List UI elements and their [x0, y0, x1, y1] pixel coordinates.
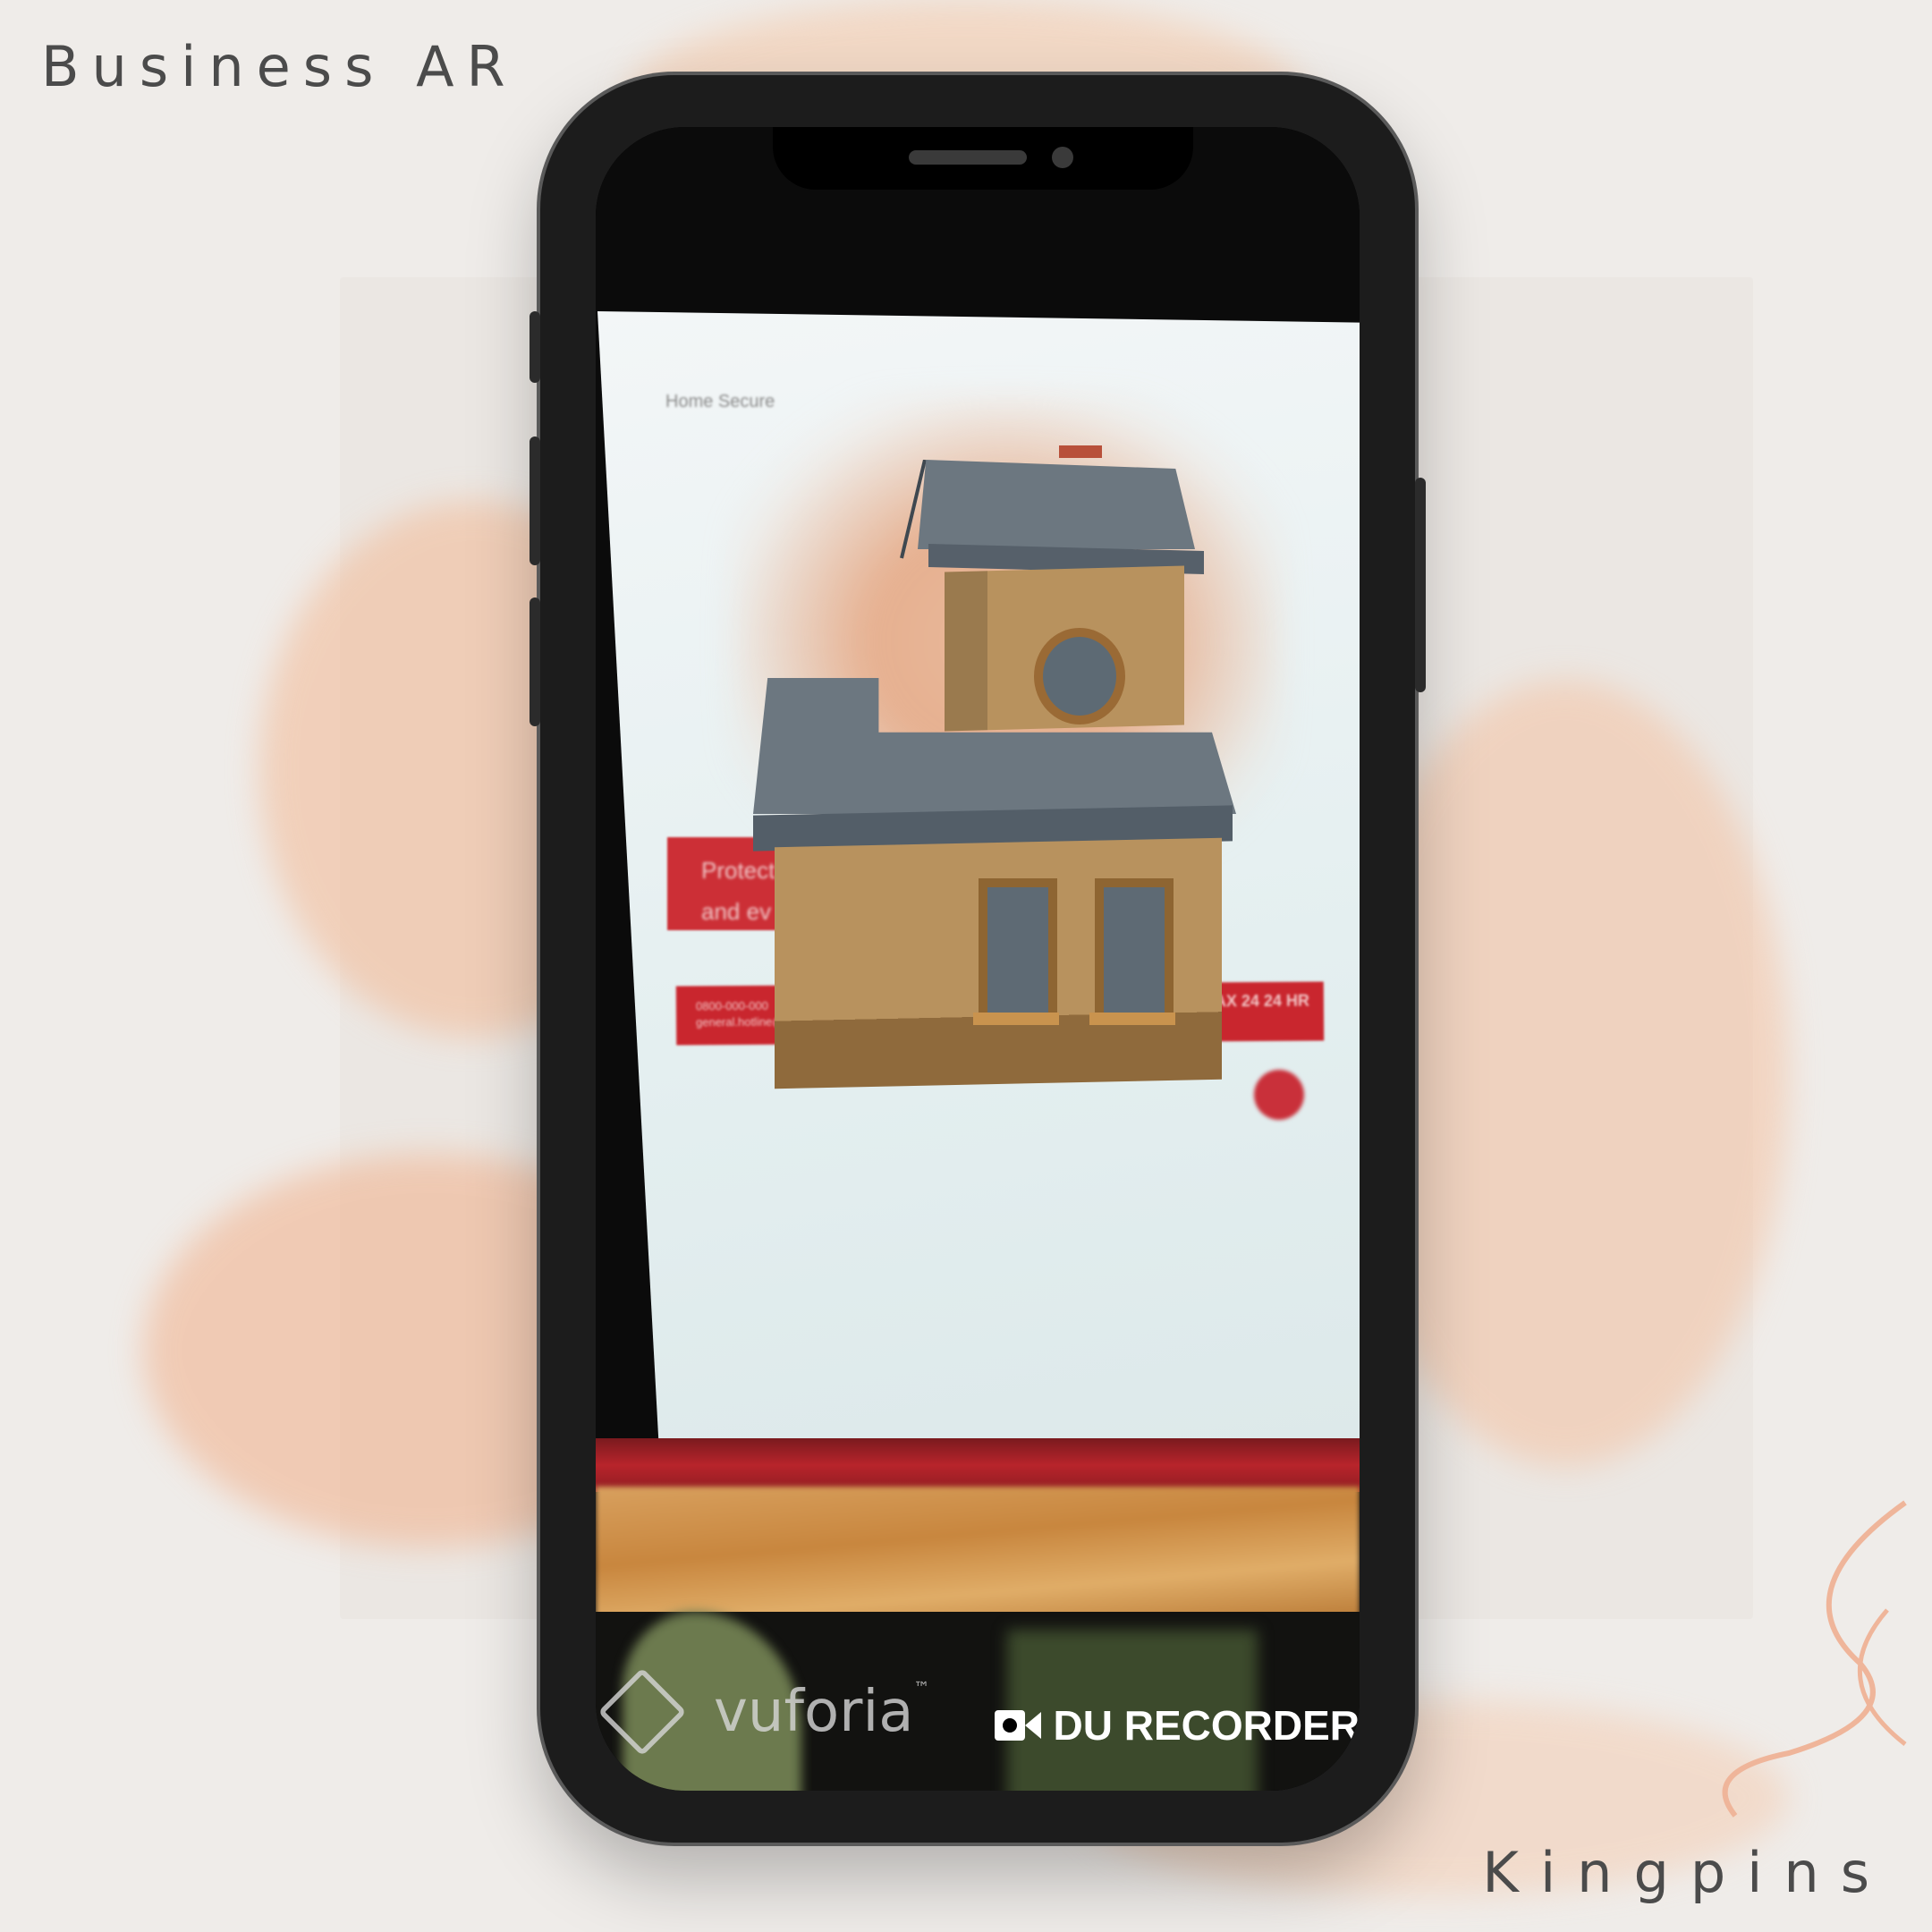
house-sill-right	[1089, 1013, 1175, 1025]
phone-mockup: Home Secure Protect and ev 0800-000-000 …	[530, 75, 1426, 1843]
phone-mute-switch	[530, 311, 540, 383]
phone-volume-down	[530, 597, 540, 726]
brochure-logo: Home Secure	[665, 392, 775, 411]
camera-feed: Home Secure Protect and ev 0800-000-000 …	[596, 127, 1360, 1791]
house-window-right	[1095, 878, 1174, 1021]
du-recorder-text: DU RECORDER	[1053, 1702, 1360, 1749]
brochure-red-box-text: Protect and ev	[701, 850, 775, 932]
front-camera-icon	[1052, 147, 1073, 168]
vuforia-watermark: vuforia™	[597, 1667, 929, 1757]
line-scribble-icon	[1722, 1500, 1907, 1818]
house-sill-left	[973, 1013, 1059, 1025]
house-upper-roof	[918, 460, 1195, 549]
vuforia-text: vuforia™	[714, 1679, 930, 1745]
red-box-line-2: and ev	[701, 898, 772, 925]
house-chimney	[1059, 445, 1102, 458]
video-camera-icon	[994, 1710, 1041, 1741]
corner-brand: Kingpins	[1482, 1840, 1891, 1905]
house-window-left	[979, 878, 1057, 1021]
brochure-seal-icon	[1254, 1070, 1304, 1120]
house-round-window	[1034, 628, 1125, 724]
vuforia-logo-icon	[597, 1667, 687, 1757]
phone-screen: Home Secure Protect and ev 0800-000-000 …	[596, 127, 1360, 1791]
corner-title: Business AR	[41, 34, 518, 99]
red-box-line-1: Protect	[701, 857, 775, 884]
phone-volume-up	[530, 436, 540, 565]
du-recorder-watermark: DU RECORDER	[994, 1701, 1360, 1750]
phone-speaker	[909, 150, 1027, 165]
red-table-edge	[596, 1438, 1360, 1492]
wooden-surface	[596, 1487, 1360, 1621]
phone-power-button	[1415, 478, 1426, 692]
